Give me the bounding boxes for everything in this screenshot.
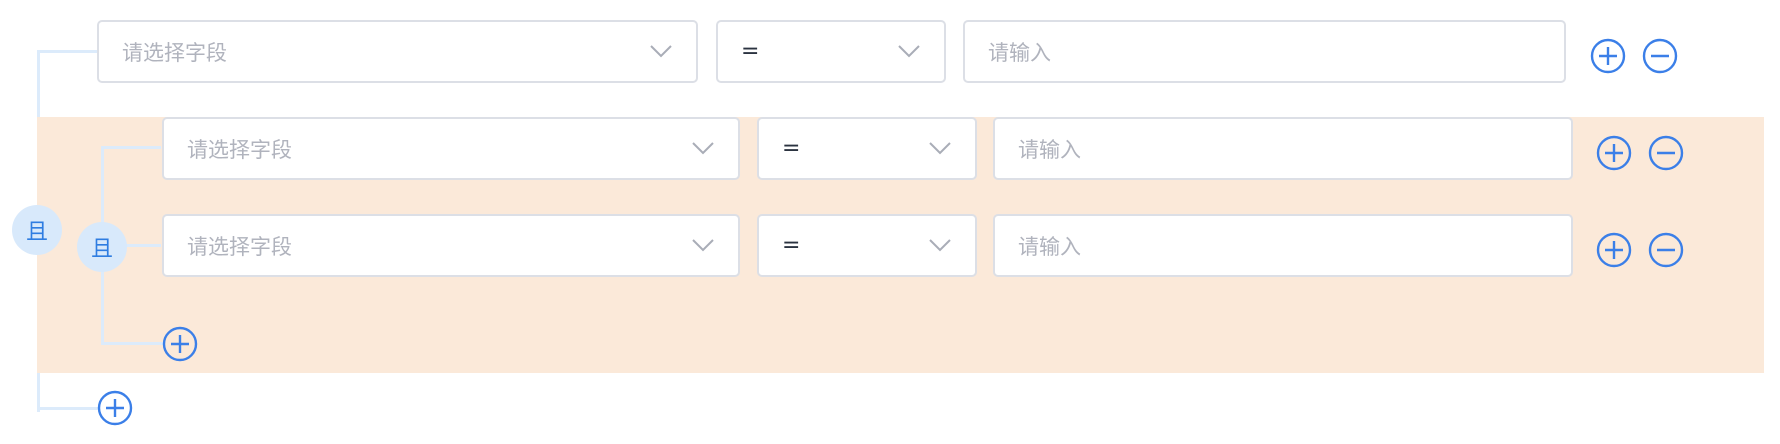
plus-circle-icon[interactable] <box>1596 135 1632 171</box>
chevron-down-icon <box>692 238 714 251</box>
field-select-placeholder: 请选择字段 <box>122 40 227 65</box>
chevron-down-icon <box>692 141 714 154</box>
plus-circle-icon[interactable] <box>1596 232 1632 268</box>
chevron-down-icon <box>929 238 951 251</box>
field-select[interactable]: 请选择字段 <box>97 20 698 83</box>
field-select[interactable]: 请选择字段 <box>162 214 740 277</box>
minus-circle-icon[interactable] <box>1648 135 1684 171</box>
chevron-down-icon <box>650 44 672 57</box>
value-input[interactable]: 请输入 <box>993 117 1573 180</box>
root-connector-add <box>37 407 99 410</box>
chevron-down-icon <box>929 141 951 154</box>
operator-select[interactable]: = <box>716 20 946 83</box>
operator-select-value: = <box>782 136 801 161</box>
minus-circle-icon[interactable] <box>1648 232 1684 268</box>
operator-select-value: = <box>741 39 760 64</box>
field-select-placeholder: 请选择字段 <box>187 137 292 162</box>
nested-connector-add <box>101 342 165 345</box>
plus-circle-icon[interactable] <box>1590 38 1626 74</box>
root-connector-row1 <box>37 50 97 53</box>
operator-select[interactable]: = <box>757 214 977 277</box>
operator-select-value: = <box>782 233 801 258</box>
nested-logic-toggle[interactable]: 且 <box>77 222 127 272</box>
minus-circle-icon[interactable] <box>1642 38 1678 74</box>
field-select[interactable]: 请选择字段 <box>162 117 740 180</box>
operator-select[interactable]: = <box>757 117 977 180</box>
nested-connector-row1 <box>101 146 161 149</box>
root-add-condition-icon[interactable] <box>97 390 133 426</box>
value-input[interactable]: 请输入 <box>993 214 1573 277</box>
nested-add-condition-icon[interactable] <box>162 326 198 362</box>
value-input-placeholder: 请输入 <box>988 40 1051 65</box>
field-select-placeholder: 请选择字段 <box>187 234 292 259</box>
value-input-placeholder: 请输入 <box>1018 137 1081 162</box>
root-logic-toggle[interactable]: 且 <box>12 205 62 255</box>
value-input-placeholder: 请输入 <box>1018 234 1081 259</box>
value-input[interactable]: 请输入 <box>963 20 1566 83</box>
chevron-down-icon <box>898 44 920 57</box>
